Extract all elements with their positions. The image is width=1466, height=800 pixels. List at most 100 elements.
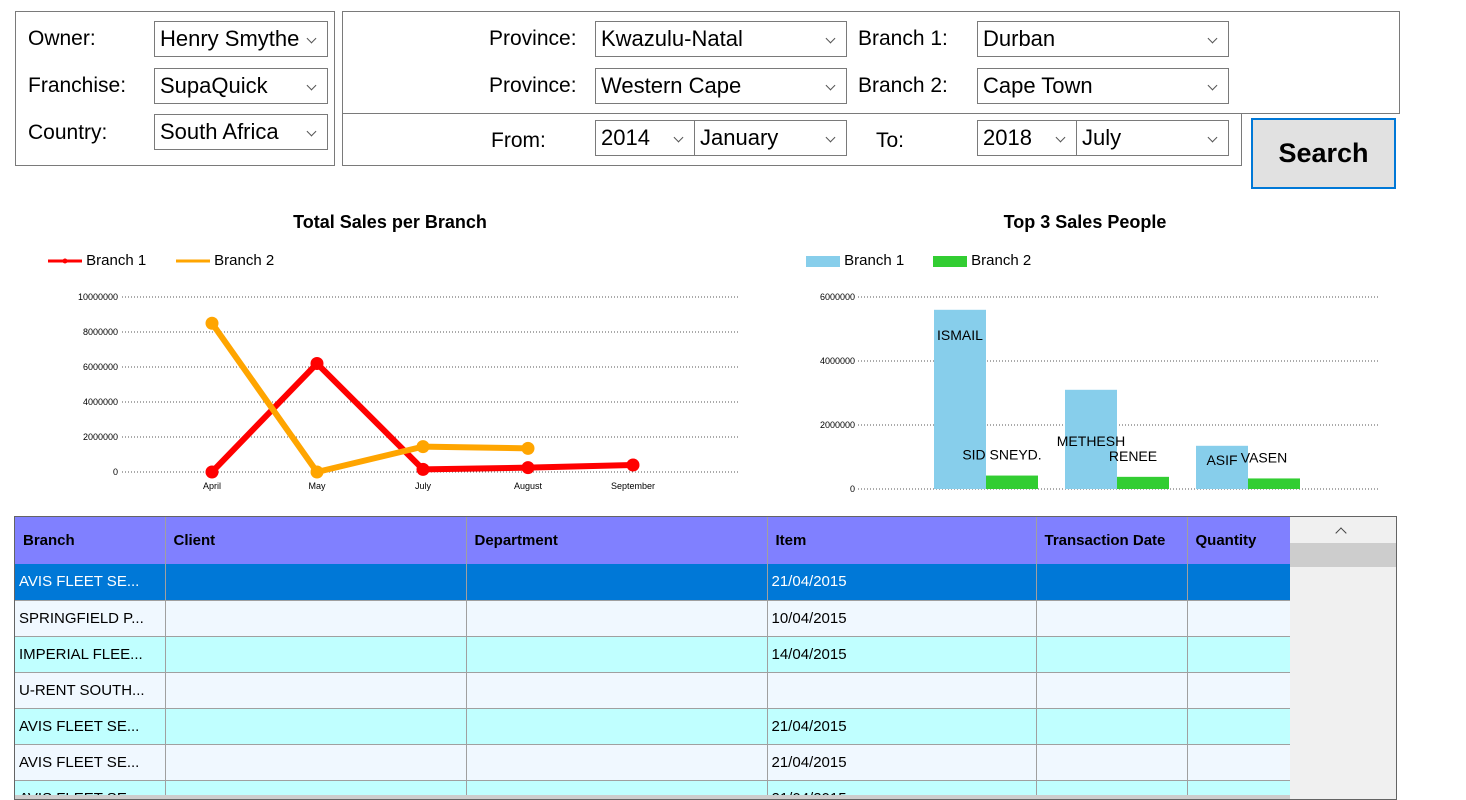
table-row[interactable]: AVIS FLEET SE... 21/04/2015	[15, 564, 1291, 601]
data-point	[416, 440, 430, 454]
table-cell[interactable]	[1187, 708, 1291, 745]
table-cell[interactable]: SPRINGFIELD P...	[15, 600, 166, 637]
column-header-transaction-date[interactable]: Transaction Date	[1036, 517, 1188, 564]
y-tick-label: 6000000	[820, 292, 855, 302]
franchise-select[interactable]: SupaQuick	[154, 68, 328, 104]
table-cell[interactable]	[1187, 744, 1291, 781]
branch1-select[interactable]: Durban	[977, 21, 1229, 57]
table-cell[interactable]	[1187, 600, 1291, 637]
legend-line-icon	[48, 258, 82, 264]
data-point	[416, 462, 430, 476]
scrollbar-thumb[interactable]	[1290, 543, 1396, 567]
table-cell[interactable]: AVIS FLEET SE...	[15, 708, 166, 745]
column-header-branch[interactable]: Branch	[15, 517, 166, 564]
table-cell[interactable]: IMPERIAL FLEE...	[15, 636, 166, 673]
chevron-down-icon	[824, 69, 840, 103]
chevron-down-icon	[1206, 22, 1222, 56]
vertical-scrollbar[interactable]	[1290, 517, 1396, 799]
table-cell[interactable]	[1187, 636, 1291, 673]
y-tick-label: 4000000	[820, 356, 855, 366]
table-cell[interactable]	[1036, 744, 1188, 781]
table-cell[interactable]: 21/04/2015	[767, 744, 1037, 781]
bar-data-label: SID SNEYD.	[962, 447, 1041, 463]
table-row[interactable]: IMPERIAL FLEE... 14/04/2015	[15, 636, 1291, 673]
column-header-quantity[interactable]: Quantity	[1187, 517, 1291, 564]
table-cell[interactable]: AVIS FLEET SE...	[15, 744, 166, 781]
column-header-client[interactable]: Client	[165, 517, 467, 564]
y-tick-label: 2000000	[820, 420, 855, 430]
table-cell[interactable]	[1187, 672, 1291, 709]
column-header-department[interactable]: Department	[466, 517, 768, 564]
horizontal-scrollbar[interactable]	[15, 795, 1290, 799]
bar-chart-legend-2: Branch 2	[933, 252, 1031, 269]
transactions-grid[interactable]: Branch Client Department Item Transactio…	[14, 516, 1397, 800]
chevron-down-icon	[305, 22, 321, 56]
table-cell[interactable]	[466, 744, 768, 781]
table-cell[interactable]	[165, 564, 467, 601]
bar	[986, 475, 1038, 489]
table-cell[interactable]	[767, 672, 1037, 709]
to-year-select[interactable]: 2018	[977, 120, 1077, 156]
table-row[interactable]: AVIS FLEET SE... 21/04/2015	[15, 744, 1291, 781]
table-cell[interactable]	[466, 636, 768, 673]
table-cell[interactable]	[466, 600, 768, 637]
table-cell[interactable]	[1036, 708, 1188, 745]
table-cell[interactable]	[165, 708, 467, 745]
legend-swatch-icon	[806, 256, 840, 268]
owner-select[interactable]: Henry Smythe	[154, 21, 328, 57]
column-header-item[interactable]: Item	[767, 517, 1037, 564]
province2-label: Province:	[489, 74, 577, 97]
chevron-down-icon	[824, 121, 840, 155]
top-sales-bar-chart: 6000000 4000000 2000000 0 ISMAIL SID SNEYD. ME…	[820, 292, 1378, 494]
table-cell[interactable]	[466, 672, 768, 709]
legend-label: Branch 2	[214, 252, 275, 269]
y-tick-label: 10000000	[78, 292, 118, 302]
table-cell[interactable]	[1036, 672, 1188, 709]
from-year-select[interactable]: 2014	[595, 120, 695, 156]
table-row[interactable]: AVIS FLEET SE... 21/04/2015	[15, 708, 1291, 745]
line-chart-legend-1: Branch 1	[48, 252, 146, 269]
owner-label: Owner:	[28, 27, 96, 50]
franchise-value: SupaQuick	[160, 73, 268, 98]
table-cell[interactable]	[466, 564, 768, 601]
scroll-up-arrow-icon[interactable]	[1290, 517, 1396, 543]
table-cell[interactable]	[1036, 564, 1188, 601]
table-cell[interactable]	[165, 600, 467, 637]
table-header-row: Branch Client Department Item Transactio…	[15, 517, 1291, 564]
bar	[1117, 476, 1169, 489]
to-month-select[interactable]: July	[1076, 120, 1229, 156]
table-cell[interactable]	[1036, 600, 1188, 637]
search-button[interactable]: Search	[1251, 118, 1396, 189]
table-cell[interactable]: 14/04/2015	[767, 636, 1037, 673]
transactions-table: Branch Client Department Item Transactio…	[15, 517, 1291, 799]
y-tick-label: 0	[850, 484, 855, 494]
table-cell[interactable]	[1036, 636, 1188, 673]
table-cell[interactable]: U-RENT SOUTH...	[15, 672, 166, 709]
table-row[interactable]: SPRINGFIELD P... 10/04/2015	[15, 600, 1291, 637]
table-cell[interactable]: AVIS FLEET SE...	[15, 564, 166, 601]
branch2-select[interactable]: Cape Town	[977, 68, 1229, 104]
from-label: From:	[491, 129, 546, 152]
country-label: Country:	[28, 121, 108, 144]
table-cell[interactable]	[466, 708, 768, 745]
line-chart-legend-2: Branch 2	[176, 252, 274, 269]
legend-swatch-icon	[933, 256, 967, 268]
table-cell[interactable]	[165, 636, 467, 673]
table-cell[interactable]: 10/04/2015	[767, 600, 1037, 637]
province1-select[interactable]: Kwazulu-Natal	[595, 21, 847, 57]
x-tick-label: September	[611, 481, 655, 491]
table-cell[interactable]	[165, 744, 467, 781]
branch2-value: Cape Town	[983, 73, 1093, 98]
y-tick-label: 2000000	[83, 432, 118, 442]
province2-select[interactable]: Western Cape	[595, 68, 847, 104]
chevron-down-icon	[1054, 121, 1070, 155]
table-cell[interactable]	[1187, 564, 1291, 601]
table-cell[interactable]	[165, 672, 467, 709]
y-tick-label: 6000000	[83, 362, 118, 372]
bar-data-label: ISMAIL	[937, 327, 983, 343]
table-cell[interactable]: 21/04/2015	[767, 708, 1037, 745]
table-cell[interactable]: 21/04/2015	[767, 564, 1037, 601]
country-select[interactable]: South Africa	[154, 114, 328, 150]
table-row[interactable]: U-RENT SOUTH...	[15, 672, 1291, 709]
from-month-select[interactable]: January	[694, 120, 847, 156]
